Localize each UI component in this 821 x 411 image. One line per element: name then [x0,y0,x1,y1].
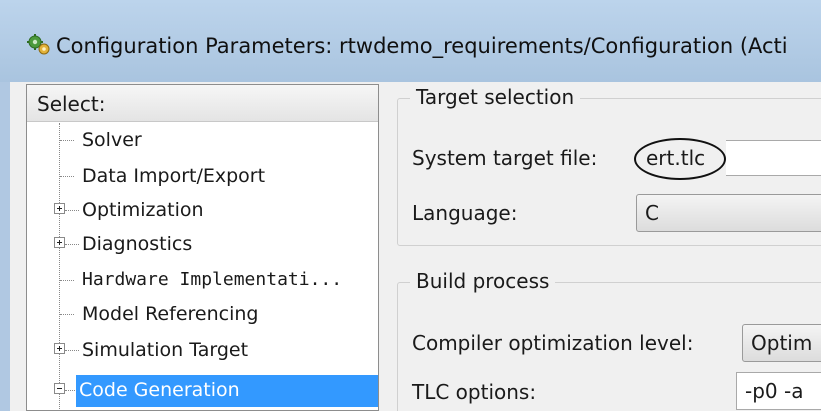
tree-item-model-referencing[interactable]: Model Referencing [27,297,378,331]
tree-branch [60,140,74,141]
tree-item-label: Data Import/Export [82,165,266,187]
select-header: Select: [27,85,378,122]
tree-item-simulation-target[interactable]: Simulation Target [27,333,378,367]
compiler-optimization-select[interactable]: Optim [742,324,821,362]
tree-item-label: Model Referencing [82,303,259,325]
tlc-options-label: TLC options: [412,380,537,404]
tree-item-label: Solver [82,129,142,151]
tree-item-diagnostics[interactable]: Diagnostics [27,227,378,261]
compiler-optimization-label: Compiler optimization level: [412,331,694,355]
tree-branch [65,244,79,245]
tree-item-optimization[interactable]: Optimization [27,193,378,227]
window-frame [0,82,10,411]
tree-branch [60,314,74,315]
tree-item-label: Diagnostics [82,233,193,255]
expand-plus-icon[interactable] [54,203,65,214]
target-selection-legend: Target selection [410,84,581,110]
tree-item-code-generation[interactable]: Code Generation [27,373,378,407]
system-target-file-label: System target file: [412,146,598,170]
title-bar[interactable]: Configuration Parameters: rtwdemo_requir… [0,0,821,82]
tree-item-label: Simulation Target [82,339,249,361]
language-select-value: C [645,201,659,225]
system-target-file-field-ext[interactable] [726,140,821,176]
gears-icon [26,33,52,57]
tlc-options-field[interactable]: -p0 -a [736,372,821,410]
compiler-optimization-value: Optim [751,331,813,355]
system-target-file-value[interactable]: ert.tlc [646,145,705,171]
tree-item-label: Code Generation [76,375,378,407]
build-process-legend: Build process [410,268,556,294]
tree-item-solver[interactable]: Solver [27,123,378,157]
tree-item-label: Hardware Implementati... [82,269,343,290]
tlc-options-value: -p0 -a [745,379,804,403]
language-select[interactable]: C [636,194,821,232]
tree-branch [65,210,79,211]
config-params-window: Configuration Parameters: rtwdemo_requir… [0,0,821,411]
tree-branch [65,350,79,351]
select-header-label: Select: [37,92,106,116]
select-tree-panel: Select: Solver Data Import/Export Optimi… [26,84,379,411]
collapse-minus-icon[interactable] [54,383,65,394]
tree-item-data-import-export[interactable]: Data Import/Export [27,159,378,193]
language-label: Language: [412,201,518,225]
tree-item-label: Optimization [82,199,204,221]
expand-plus-icon[interactable] [54,237,65,248]
window-title: Configuration Parameters: rtwdemo_requir… [56,34,788,58]
tree-branch [60,176,74,177]
tree-item-hardware-implementation[interactable]: Hardware Implementati... [27,263,378,297]
expand-plus-icon[interactable] [54,343,65,354]
tree-branch [60,280,74,281]
